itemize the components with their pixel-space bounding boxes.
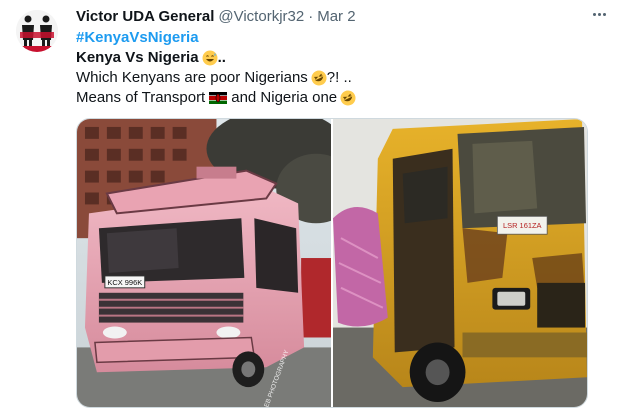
author-handle[interactable]: @Victorkjr32 xyxy=(218,8,304,25)
more-options-button[interactable] xyxy=(589,4,609,24)
text-suffix-1: .. xyxy=(217,49,226,66)
more-dot xyxy=(597,12,601,16)
matatu-image: KCX 996K CALEB PHOTOGRAPHY xyxy=(77,119,331,407)
rolling-laughing-emoji xyxy=(340,90,356,106)
hashtag-link[interactable]: #KenyaVsNigeria xyxy=(76,28,199,48)
tweet-text: #KenyaVsNigeria Kenya Vs Nigeria .. Whic… xyxy=(76,28,606,108)
text-suffix-2: ?! .. xyxy=(326,69,352,86)
media-grid: KCX 996K CALEB PHOTOGRAPHY LSR 161ZA xyxy=(76,118,588,408)
tweet-header: Victor UDA General @Victorkjr32 · Mar 2 xyxy=(76,6,607,26)
tweet-card[interactable]: Victor UDA General @Victorkjr32 · Mar 2 … xyxy=(0,0,627,419)
tweet-date[interactable]: Mar 2 xyxy=(317,8,355,25)
text-question: Which Kenyans are poor Nigerians xyxy=(76,69,308,86)
separator: · xyxy=(308,7,314,25)
text-kenya-vs-nigeria: Kenya Vs Nigeria xyxy=(76,49,199,66)
text-line-1: #KenyaVsNigeria xyxy=(76,28,606,48)
text-line-4: Means of Transport and Nigeria one xyxy=(76,88,606,108)
danfo-sign-text: LSR 161ZA xyxy=(503,221,542,230)
text-line-3: Which Kenyans are poor Nigerians ?! .. xyxy=(76,68,606,88)
more-dot xyxy=(602,12,606,16)
avatar-image xyxy=(16,10,58,52)
kenya-flag-icon xyxy=(209,92,228,104)
avatar[interactable] xyxy=(16,10,58,52)
text-line-2: Kenya Vs Nigeria .. xyxy=(76,48,606,68)
more-horizontal-icon xyxy=(592,12,596,16)
matatu-plate-text: KCX 996K xyxy=(107,278,142,287)
rolling-laughing-emoji xyxy=(311,70,327,86)
grinning-sweat-emoji xyxy=(202,50,218,66)
photo-nigeria-danfo[interactable]: LSR 161ZA xyxy=(333,119,587,407)
text-transport: Means of Transport xyxy=(76,89,206,106)
photo-kenya-matatu[interactable]: KCX 996K CALEB PHOTOGRAPHY xyxy=(77,119,331,407)
author-name[interactable]: Victor UDA General xyxy=(76,8,214,25)
text-nigeria-one: and Nigeria one xyxy=(231,89,338,106)
danfo-image: LSR 161ZA xyxy=(333,119,587,407)
